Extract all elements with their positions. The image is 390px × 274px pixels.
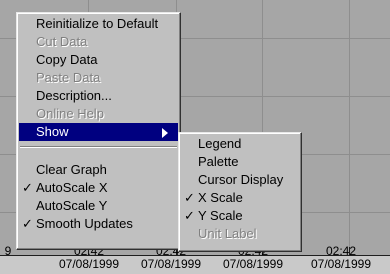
x-axis-label: 02:42 07/08/1999 bbox=[296, 245, 386, 271]
x-axis-label-date: 07/08/1999 bbox=[222, 257, 284, 271]
menu-item-show[interactable]: Show bbox=[19, 123, 178, 141]
menu-item-autoscale-x[interactable]: ✓ AutoScale X bbox=[19, 179, 178, 197]
menu-separator bbox=[20, 146, 177, 148]
menu-item-label: X Scale bbox=[198, 190, 243, 205]
menu-item-smooth-updates[interactable]: ✓ Smooth Updates bbox=[19, 215, 178, 233]
menu-item-paste-data: Paste Data bbox=[19, 69, 178, 87]
menu-item-reinitialize-to-default[interactable]: Reinitialize to Default bbox=[19, 15, 178, 33]
menu-item-label: Cut Data bbox=[36, 34, 88, 49]
submenu-item-cursor-display[interactable]: Cursor Display bbox=[181, 171, 299, 189]
menu-item-label: Legend bbox=[198, 136, 242, 151]
submenu-item-unit-label: Unit Label bbox=[181, 225, 299, 243]
submenu-item-x-scale[interactable]: ✓ X Scale bbox=[181, 189, 299, 207]
menu-item-label: Clear Graph bbox=[36, 162, 107, 177]
menu-item-label: Paste Data bbox=[36, 70, 101, 85]
grid-line bbox=[349, 0, 350, 256]
submenu-item-y-scale[interactable]: ✓ Y Scale bbox=[181, 207, 299, 225]
graph-context-menu: Reinitialize to Default Cut Data Copy Da… bbox=[16, 12, 181, 250]
menu-item-label: Description... bbox=[36, 88, 112, 103]
menu-item-description[interactable]: Description... bbox=[19, 87, 178, 105]
menu-item-label: Copy Data bbox=[36, 52, 98, 67]
menu-item-label: Reinitialize to Default bbox=[36, 16, 159, 31]
menu-item-label: Cursor Display bbox=[198, 172, 284, 187]
submenu-item-legend[interactable]: Legend bbox=[181, 135, 299, 153]
menu-item-copy-data[interactable]: Copy Data bbox=[19, 51, 178, 69]
menu-item-clear-graph[interactable]: Clear Graph bbox=[19, 161, 178, 179]
x-axis-label-date: 07/08/1999 bbox=[58, 257, 120, 271]
submenu-arrow-icon bbox=[162, 128, 168, 138]
menu-item-label: Y Scale bbox=[198, 208, 243, 223]
checkmark-icon: ✓ bbox=[184, 208, 195, 223]
checkmark-icon: ✓ bbox=[184, 190, 195, 205]
menu-item-cut-data: Cut Data bbox=[19, 33, 178, 51]
menu-item-label: Online Help bbox=[36, 106, 104, 121]
menu-item-label: AutoScale Y bbox=[36, 198, 108, 213]
menu-item-autoscale-y[interactable]: AutoScale Y bbox=[19, 197, 178, 215]
x-axis-label-date: 07/08/1999 bbox=[310, 257, 372, 271]
checkmark-icon: ✓ bbox=[22, 180, 33, 195]
submenu-item-palette[interactable]: Palette bbox=[181, 153, 299, 171]
menu-item-label: Palette bbox=[198, 154, 239, 169]
x-axis-label-date: 9 bbox=[4, 244, 12, 258]
menu-item-label: Show bbox=[36, 124, 69, 139]
show-submenu: Legend Palette Cursor Display ✓ X Scale … bbox=[178, 132, 302, 252]
checkmark-icon: ✓ bbox=[22, 216, 33, 231]
x-axis-label: 9 bbox=[4, 245, 12, 258]
menu-item-label: AutoScale X bbox=[36, 180, 108, 195]
x-axis-label-date: 07/08/1999 bbox=[140, 257, 202, 271]
menu-item-label: Unit Label bbox=[198, 226, 257, 241]
menu-item-label: Smooth Updates bbox=[36, 216, 133, 231]
menu-item-online-help: Online Help bbox=[19, 105, 178, 123]
